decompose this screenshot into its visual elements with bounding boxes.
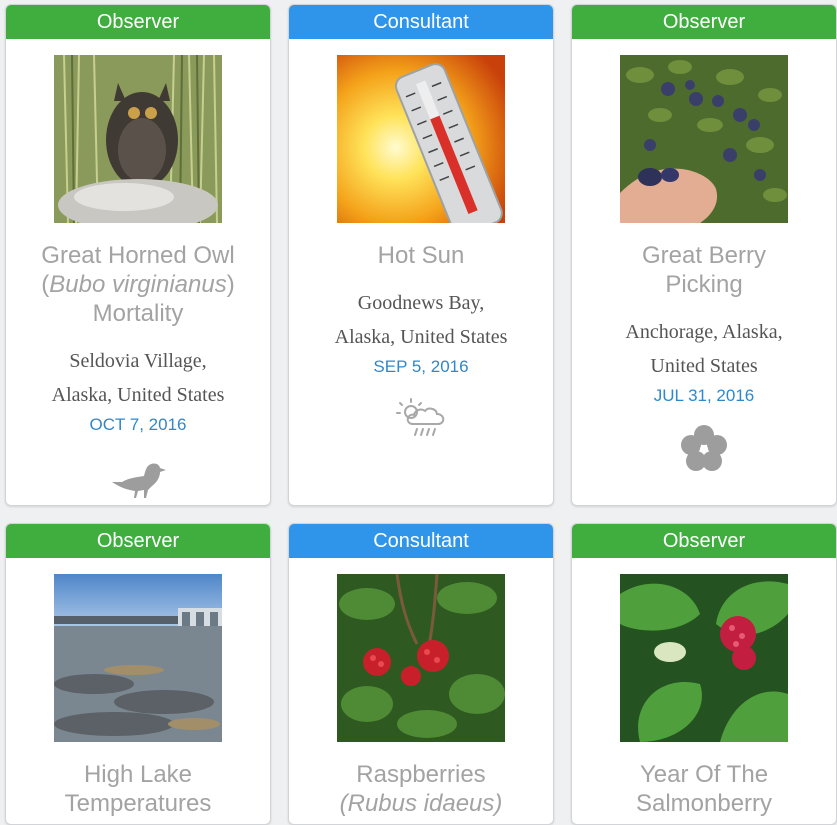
role-badge: Observer: [572, 524, 836, 558]
observation-title: Great Horned Owl (Bubo virginianus) Mort…: [41, 242, 235, 327]
role-badge: Consultant: [289, 5, 553, 39]
observation-card[interactable]: Observer: [5, 523, 271, 825]
weather-icon: [396, 398, 445, 436]
observation-title: Year Of The Salmonberry: [635, 761, 773, 817]
bird-icon: [112, 463, 166, 498]
thermometer-sun-photo[interactable]: [337, 55, 505, 223]
observation-date: SEP 5, 2016: [373, 357, 469, 376]
blueberries-photo[interactable]: [620, 55, 788, 223]
raspberries-photo[interactable]: [337, 574, 505, 742]
observation-location: Goodnews Bay, Alaska, United States: [334, 292, 508, 348]
observation-title: Hot Sun: [377, 242, 465, 269]
salmonberry-photo[interactable]: [620, 574, 788, 742]
observation-location: Anchorage, Alaska, United States: [625, 321, 783, 377]
observation-date: OCT 7, 2016: [89, 415, 187, 434]
observation-card[interactable]: Observer Great Berry Picking Anchorage, …: [571, 4, 837, 506]
observation-title: Great Berry Picking: [641, 242, 767, 298]
observation-grid: Observer Great Horned Owl (Bubo virginia…: [0, 0, 837, 825]
observation-title: Raspberries (Rubus idaeus): [339, 761, 503, 817]
observation-date: JUL 31, 2016: [653, 386, 755, 405]
role-badge: Consultant: [289, 524, 553, 558]
observation-card[interactable]: Observer Year Of The Salmonberry: [571, 523, 837, 825]
observation-location: Seldovia Village, Alaska, United States: [51, 350, 225, 406]
observation-card[interactable]: Observer: [5, 4, 271, 506]
role-badge: Observer: [572, 5, 836, 39]
flower-icon: [681, 425, 727, 471]
observation-card[interactable]: Consultant: [288, 523, 554, 825]
role-badge: Observer: [6, 524, 270, 558]
observation-title: High Lake Temperatures: [64, 761, 212, 817]
owl-photo[interactable]: [54, 55, 222, 223]
observation-card[interactable]: Consultant: [288, 4, 554, 506]
lake-photo[interactable]: [54, 574, 222, 742]
role-badge: Observer: [6, 5, 270, 39]
